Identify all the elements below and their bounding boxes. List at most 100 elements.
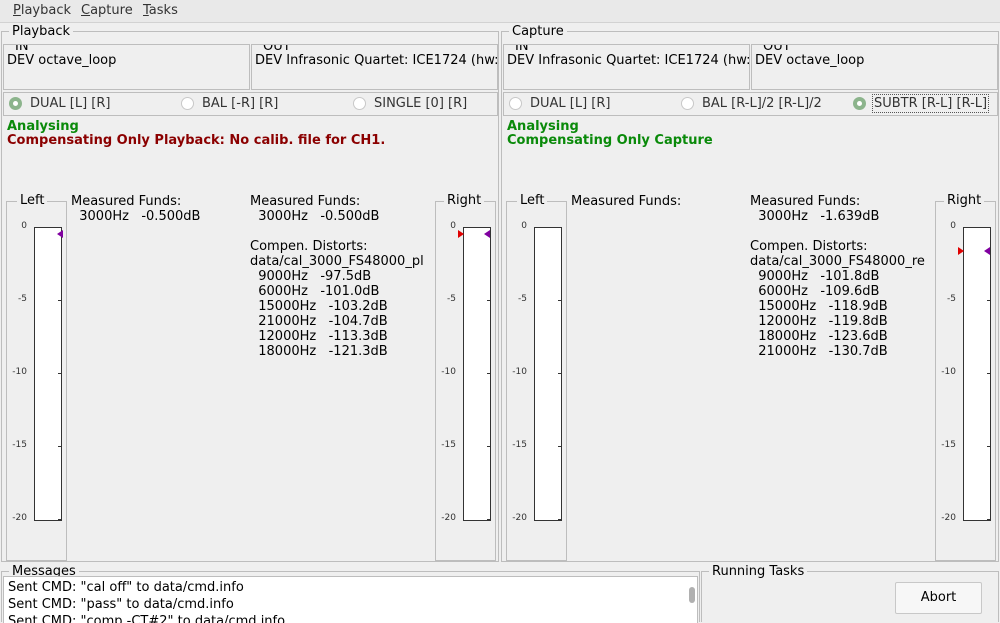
playback-distorts-title: Compen. Distorts: — [250, 239, 368, 254]
meter-tick — [987, 446, 990, 447]
playback-right-level-marker — [458, 230, 464, 239]
meter-tick — [558, 227, 561, 228]
meter-tick-label: -5 — [447, 294, 456, 304]
meter-tick-label: 0 — [21, 221, 27, 231]
capture-radio-subtr[interactable] — [853, 97, 866, 110]
meter-tick — [487, 300, 490, 301]
message-line: Sent CMD: "pass" to data/cmd.info — [8, 597, 234, 612]
capture-distort-line: 12000Hz -119.8dB — [750, 314, 888, 329]
messages-scroll-thumb[interactable] — [689, 587, 695, 603]
playback-radio-bal[interactable] — [181, 97, 194, 110]
meter-tick — [987, 300, 990, 301]
playback-radio-dual-label[interactable]: DUAL [L] [R] — [30, 96, 111, 111]
capture-right-level-marker — [984, 246, 990, 255]
playback-in-box: IN DEV octave_loop — [3, 44, 250, 90]
meter-tick — [558, 373, 561, 374]
capture-right-bar — [963, 227, 991, 521]
capture-distorts-title: Compen. Distorts: — [750, 239, 868, 254]
capture-right-funds-title: Measured Funds: — [750, 194, 861, 209]
meter-tick-label: -20 — [512, 513, 527, 523]
meter-tick-label: 0 — [450, 221, 456, 231]
message-line: Sent CMD: "cal off" to data/cmd.info — [8, 580, 244, 595]
playback-title: Playback — [9, 24, 74, 39]
playback-radio-dual[interactable] — [9, 97, 22, 110]
playback-distorts-file: data/cal_3000_FS48000_pl — [250, 254, 424, 269]
playback-radio-single[interactable] — [353, 97, 366, 110]
playback-right-level-marker — [484, 230, 490, 239]
meter-tick-label: -15 — [12, 440, 27, 450]
meter-tick-label: -20 — [941, 513, 956, 523]
capture-left-title: Left — [517, 193, 548, 208]
playback-radio-bal-label[interactable]: BAL [-R] [R] — [202, 96, 278, 111]
capture-distort-line: 6000Hz -109.6dB — [750, 284, 880, 299]
meter-tick-label: -5 — [518, 294, 527, 304]
meter-tick — [58, 373, 61, 374]
playback-right-bar — [463, 227, 491, 521]
playback-left-funds-line: 3000Hz -0.500dB — [71, 209, 201, 224]
meter-tick — [487, 446, 490, 447]
meter-tick — [987, 227, 990, 228]
meter-tick — [558, 446, 561, 447]
playback-in-device: DEV octave_loop — [7, 53, 117, 68]
capture-radio-dual-label[interactable]: DUAL [L] [R] — [530, 96, 611, 111]
playback-distort-line: 18000Hz -121.3dB — [250, 344, 388, 359]
capture-radio-bal-label[interactable]: BAL [R-L]/2 [R-L]/2 — [702, 96, 822, 111]
playback-left-bar — [34, 227, 62, 521]
playback-left-title: Left — [17, 193, 48, 208]
meter-tick-label: -10 — [441, 367, 456, 377]
capture-panel: Capture IN DEV Infrasonic Quartet: ICE17… — [501, 24, 999, 562]
playback-right-meter: Right 0 -5 -10 -15 -20 — [435, 193, 496, 561]
meter-tick-label: -10 — [512, 367, 527, 377]
playback-right-funds-title: Measured Funds: — [250, 194, 361, 209]
meter-tick — [487, 227, 490, 228]
playback-status-compensating: Compensating Only Playback: No calib. fi… — [7, 133, 386, 148]
playback-right-title: Right — [444, 193, 485, 208]
playback-mode-row: DUAL [L] [R] BAL [-R] [R] SINGLE [0] [R] — [3, 92, 498, 116]
meter-tick-label: -15 — [941, 440, 956, 450]
capture-distort-line: 15000Hz -118.9dB — [750, 299, 888, 314]
meter-tick-label: -20 — [12, 513, 27, 523]
meter-tick — [558, 519, 561, 520]
playback-distort-line: 15000Hz -103.2dB — [250, 299, 388, 314]
capture-right-level-marker — [958, 246, 964, 255]
meter-tick — [58, 446, 61, 447]
playback-distort-line: 9000Hz -97.5dB — [250, 269, 372, 284]
capture-distorts-file-wrap: data/cal_3000_FS48000_re — [750, 254, 928, 270]
meter-tick — [58, 227, 61, 228]
messages-panel: Messages Sent CMD: "cal off" to data/cmd… — [1, 564, 700, 623]
meter-tick — [58, 300, 61, 301]
playback-left-meter: Left 0 -5 -10 -15 -20 — [6, 193, 67, 561]
meter-tick-label: 0 — [521, 221, 527, 231]
menu-capture[interactable]: Capture — [81, 3, 133, 18]
meter-tick — [487, 373, 490, 374]
messages-log[interactable]: Sent CMD: "cal off" to data/cmd.info Sen… — [3, 576, 698, 623]
menu-playback[interactable]: Playback — [13, 3, 71, 18]
capture-left-funds-title: Measured Funds: — [571, 194, 682, 209]
tasks-title: Running Tasks — [709, 564, 808, 579]
playback-right-funds-line: 3000Hz -0.500dB — [250, 209, 380, 224]
meter-tick-label: -10 — [12, 367, 27, 377]
capture-out-box: OUT DEV octave_loop — [751, 44, 998, 90]
playback-status-analysing: Analysing — [7, 119, 79, 134]
capture-right-title: Right — [944, 193, 985, 208]
capture-right-meter: Right 0 -5 -10 -15 -20 — [935, 193, 996, 561]
capture-status-analysing: Analysing — [507, 119, 579, 134]
playback-distort-line: 6000Hz -101.0dB — [250, 284, 380, 299]
abort-button[interactable]: Abort — [895, 582, 982, 614]
playback-distort-line: 21000Hz -104.7dB — [250, 314, 388, 329]
capture-right-funds-line: 3000Hz -1.639dB — [750, 209, 880, 224]
capture-radio-dual[interactable] — [509, 97, 522, 110]
capture-radio-bal[interactable] — [681, 97, 694, 110]
playback-radio-single-label[interactable]: SINGLE [0] [R] — [374, 96, 467, 111]
capture-in-device: DEV Infrasonic Quartet: ICE1724 (hw: — [507, 53, 750, 68]
meter-tick — [987, 373, 990, 374]
capture-radio-subtr-label[interactable]: SUBTR [R-L] [R-L] — [871, 94, 990, 113]
capture-distort-line: 21000Hz -130.7dB — [750, 344, 888, 359]
meter-tick-label: -15 — [512, 440, 527, 450]
meter-tick-label: -5 — [18, 294, 27, 304]
capture-in-box: IN DEV Infrasonic Quartet: ICE1724 (hw: — [503, 44, 750, 90]
meter-tick — [487, 519, 490, 520]
menu-tasks[interactable]: Tasks — [143, 3, 178, 18]
messages-scrollbar[interactable] — [687, 577, 697, 623]
capture-distort-line: 9000Hz -101.8dB — [750, 269, 880, 284]
